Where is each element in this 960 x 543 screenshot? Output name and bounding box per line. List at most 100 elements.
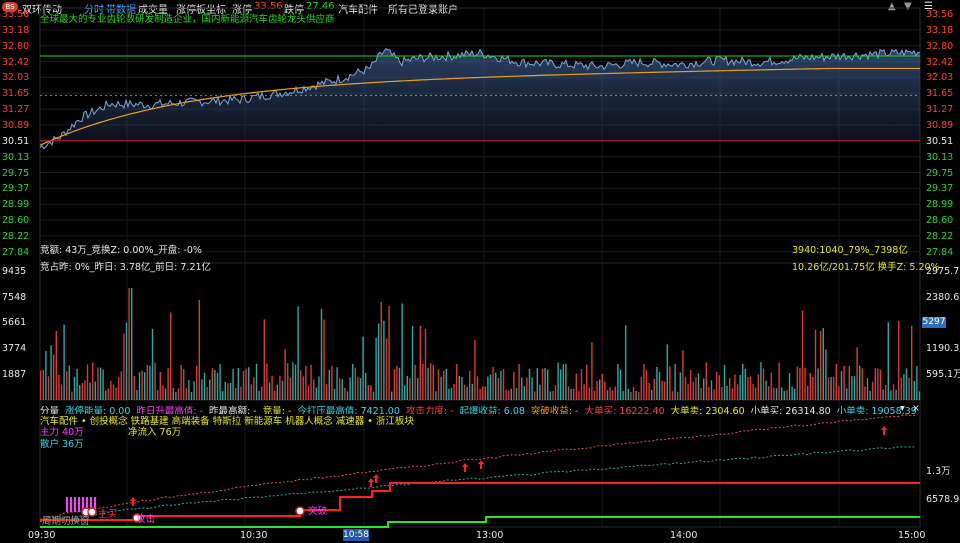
volume-bar (749, 376, 752, 400)
volume-bar (830, 377, 832, 400)
volume-bar (284, 349, 286, 400)
indicator-value: 昨最高额: - (209, 406, 257, 414)
volume-bar (840, 371, 843, 400)
energy-bar (70, 497, 72, 512)
volume-bar (726, 385, 728, 400)
volume-bar (747, 377, 749, 400)
volume-bar (474, 340, 476, 400)
volume-bar (50, 345, 52, 400)
volume-bar (263, 319, 265, 400)
price-tick-left: 32.42 (2, 56, 30, 68)
volume-bar (825, 349, 827, 400)
volume-bar (401, 303, 403, 400)
indicator-values: 分量 涨停能量: 0.00 昨日升最高值: - 昨最高额: - 竞量: - 今打压最高值:… (40, 403, 920, 414)
volume-bar (586, 364, 588, 400)
volume-bar (313, 379, 315, 400)
price-tick-right: 33.18 (926, 24, 954, 36)
price-tick-left: 28.99 (2, 199, 30, 211)
volume-bar (323, 319, 325, 400)
volume-bar (466, 386, 468, 400)
volume-bar (318, 376, 320, 400)
volume-bar (664, 381, 666, 400)
volume-bar (760, 362, 762, 400)
signal-dot-icon (87, 507, 97, 517)
volume-bar (229, 383, 232, 400)
volume-bar (102, 369, 104, 400)
volume-bar (534, 391, 536, 400)
up-arrow-icon (130, 497, 136, 506)
volume-bar (872, 381, 874, 400)
panel-chevron-down-icon[interactable]: ▾ (900, 403, 905, 414)
volume-bar (892, 384, 895, 400)
price-tick-left: 32.03 (2, 72, 30, 84)
volume-bar (375, 337, 377, 400)
volume-bar (154, 362, 156, 400)
volume-bar (107, 388, 109, 400)
price-tick-right: 28.22 (926, 230, 954, 242)
volume-bar (677, 391, 679, 400)
volume-bar (409, 378, 411, 400)
volume-bar (183, 369, 185, 400)
volume-bar (450, 387, 453, 400)
indicator-value: 涨停能量: 0.00 (65, 406, 131, 414)
volume-bar (422, 363, 424, 400)
auction-line-2: 竞占昨: 0%_昨日: 3.78亿_前日: 7.21亿 (40, 262, 212, 273)
volume-bar (383, 320, 385, 400)
volume-bar (861, 368, 863, 400)
volume-bar (801, 310, 804, 400)
volume-bar (115, 387, 117, 400)
volume-bar (362, 336, 364, 400)
volume-bar (791, 386, 793, 400)
up-arrow-icon (373, 474, 379, 483)
volume-bar (120, 371, 122, 400)
volume-bar (768, 386, 770, 400)
panel-close-icon[interactable]: × (912, 403, 920, 414)
volume-bar (276, 384, 278, 400)
volume-bar (326, 384, 328, 400)
volume-bar (437, 369, 440, 400)
volume-bar (635, 391, 637, 400)
volume-bar (723, 364, 726, 400)
volume-bar (528, 368, 531, 400)
volume-bar (583, 384, 585, 400)
volume-bar (783, 390, 785, 400)
concept-tags[interactable]: 汽车配件 • 创投概念 铁路基建 高端装备 特斯拉 新能源车 机器人概念 减速器… (40, 416, 414, 427)
volume-bar (908, 377, 910, 400)
volume-bar (695, 377, 697, 400)
auction-line-1: 竞额: 43万_竞换Z: 0.00%_开盘: -0% (40, 245, 202, 256)
auction-right-2: 10.26亿/201.75亿 换手Z: 5.20% (792, 262, 940, 273)
volume-bar (856, 347, 858, 400)
time-tick: 13:00 (476, 530, 504, 541)
volume-bar (333, 388, 336, 400)
volume-bar (201, 379, 203, 400)
volume-bar (417, 378, 419, 400)
volume-bar (794, 388, 796, 400)
volume-bar (471, 383, 473, 400)
volume-bar (835, 363, 837, 400)
indicator-value: 大单卖: 2304.60 (670, 406, 745, 414)
volume-tick-right: 2380.6万 (926, 292, 960, 303)
volume-bar (432, 365, 434, 400)
indicator-value: 小单买: 26314.80 (750, 406, 831, 414)
volume-bar (843, 365, 845, 400)
volume-bar (757, 374, 759, 400)
volume-bar (807, 385, 809, 400)
price-tick-left: 30.89 (2, 119, 30, 131)
volume-bar (99, 367, 102, 400)
volume-bar (482, 386, 484, 400)
volume-bar (68, 365, 70, 400)
price-tick-right: 32.03 (926, 72, 954, 84)
volume-bar (232, 368, 234, 400)
price-tick-right: 27.84 (926, 246, 954, 258)
current-volume-tag: 5297 (922, 317, 946, 328)
price-tick-right: 28.60 (926, 215, 954, 227)
up-arrow-icon (881, 426, 887, 435)
volume-bar (651, 390, 653, 400)
period-switch-note[interactable]: 周期切换窗 (42, 516, 90, 527)
volume-bar (632, 386, 635, 400)
up-arrow-icon (368, 478, 374, 487)
volume-bar (606, 390, 609, 400)
volume-bar (170, 312, 172, 400)
volume-bar (661, 380, 663, 400)
volume-bar (580, 368, 583, 400)
